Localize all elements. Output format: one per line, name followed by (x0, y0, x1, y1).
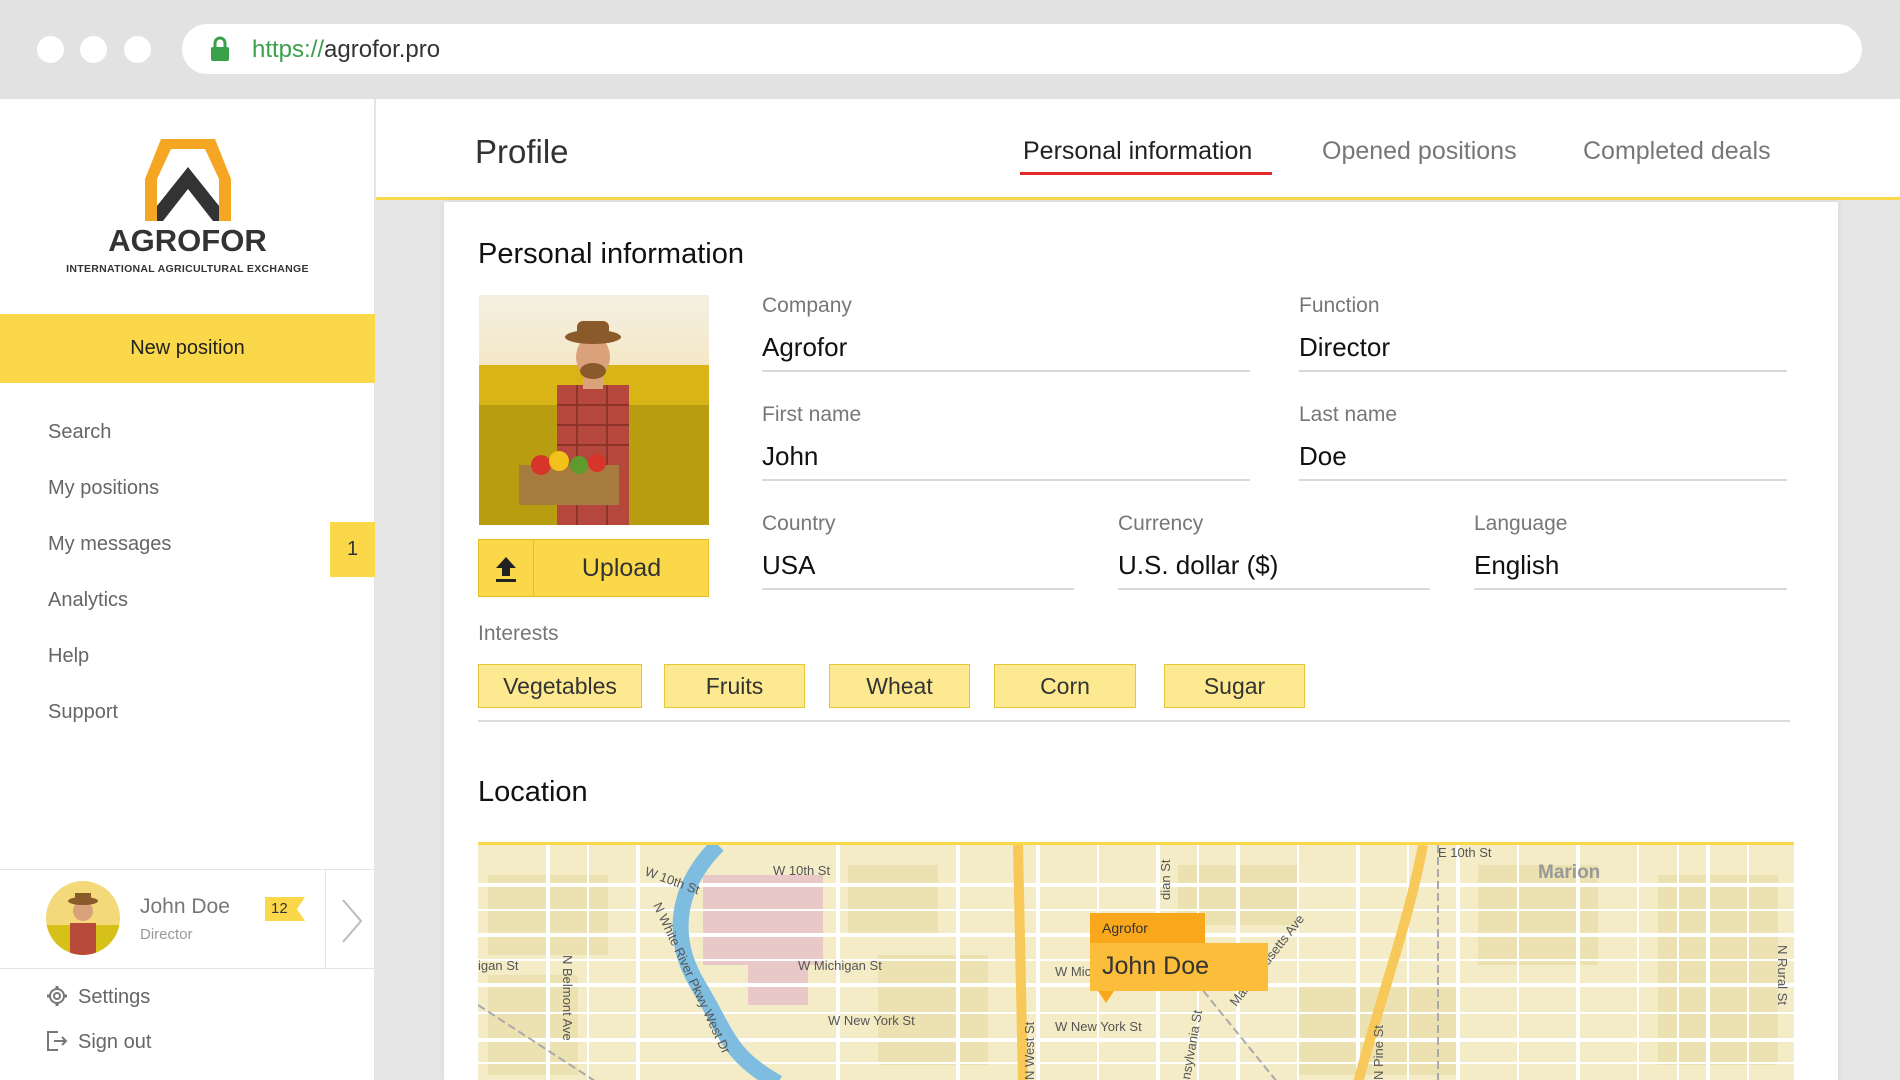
messages-count-badge: 1 (330, 522, 375, 577)
location-heading: Location (478, 776, 588, 808)
upload-icon (479, 540, 534, 596)
sidebar-item-label: Support (48, 701, 119, 723)
first-name-input[interactable]: John (762, 441, 1250, 481)
tab-personal-information[interactable]: Personal information (1023, 137, 1252, 166)
sidebar-item-my-positions[interactable]: My positions (0, 460, 375, 516)
svg-text:W New York St: W New York St (828, 1013, 915, 1028)
country-field[interactable]: Country USA (762, 512, 1074, 590)
sidebar-nav: Search My positions My messages 1 Analyti… (0, 404, 375, 740)
field-label: Language (1474, 512, 1568, 535)
sidebar-item-search[interactable]: Search (0, 404, 375, 460)
currency-field[interactable]: Currency U.S. dollar ($) (1118, 512, 1430, 590)
browser-chrome: https://agrofor.pro (0, 0, 1900, 99)
interest-chip-wheat[interactable]: Wheat (829, 664, 970, 708)
profile-photo (479, 295, 709, 525)
sidebar-item-analytics[interactable]: Analytics (0, 572, 375, 628)
sidebar-item-label: Help (48, 645, 90, 667)
location-map[interactable]: W 10th St W 10th St E 10th St igan St N … (478, 842, 1794, 1080)
upload-label: Upload (581, 554, 662, 582)
sidebar-item-label: Analytics (48, 589, 129, 611)
gear-icon (47, 986, 67, 1006)
divider (325, 870, 326, 970)
sidebar-item-label: My messages (48, 533, 172, 555)
upload-button[interactable]: Upload (478, 539, 709, 597)
sidebar-item-label: My positions (48, 477, 160, 499)
window-maximize-dot[interactable] (124, 36, 151, 63)
map-pin-marker-icon (1098, 991, 1114, 1003)
sidebar: AGROFOR INTERNATIONAL AGRICULTURAL EXCHA… (0, 99, 375, 1080)
sidebar-item-label: Search (48, 421, 112, 443)
country-select[interactable]: USA (762, 550, 1074, 590)
svg-text:N Belmont Ave: N Belmont Ave (560, 955, 575, 1041)
last-name-input[interactable]: Doe (1299, 441, 1787, 481)
function-field[interactable]: Function Director (1299, 294, 1787, 372)
field-label: Company (762, 294, 852, 317)
svg-text:N Pine St: N Pine St (1371, 1025, 1386, 1080)
field-label: Function (1299, 294, 1380, 317)
address-bar[interactable]: https://agrofor.pro (182, 24, 1862, 74)
user-role: Director (140, 926, 193, 943)
field-label: Country (762, 512, 836, 535)
settings-link[interactable]: Settings (46, 985, 150, 1009)
interest-chip-sugar[interactable]: Sugar (1164, 664, 1305, 708)
last-name-field[interactable]: Last name Doe (1299, 403, 1787, 481)
agrofor-logo[interactable]: AGROFOR INTERNATIONAL AGRICULTURAL EXCHA… (50, 129, 325, 279)
svg-text:N West St: N West St (1022, 1021, 1037, 1080)
house-logo-icon (144, 139, 231, 221)
svg-text:N Rural St: N Rural St (1775, 945, 1790, 1005)
svg-text:E 10th St: E 10th St (1438, 845, 1492, 860)
lock-icon (211, 36, 229, 61)
tab-opened-positions[interactable]: Opened positions (1322, 137, 1517, 166)
sidebar-item-my-messages[interactable]: My messages 1 (0, 516, 375, 577)
language-field[interactable]: Language English (1474, 512, 1787, 590)
svg-text:dian St: dian St (1158, 859, 1173, 900)
sign-out-icon (47, 1031, 68, 1051)
chevron-right-icon[interactable] (340, 898, 364, 944)
pin-user-label: John Doe (1090, 943, 1268, 991)
window-minimize-dot[interactable] (80, 36, 107, 63)
sidebar-item-help[interactable]: Help (0, 628, 375, 684)
user-notification-badge: 12 (265, 897, 305, 921)
active-tab-indicator (1020, 172, 1272, 175)
sign-out-link[interactable]: Sign out (46, 1030, 151, 1054)
profile-card: Personal information Upload Company Agro… (444, 202, 1838, 1080)
field-label: Currency (1118, 512, 1204, 535)
section-divider (478, 720, 1790, 722)
interest-chip-fruits[interactable]: Fruits (664, 664, 805, 708)
avatar (46, 881, 120, 955)
new-position-button[interactable]: New position (0, 314, 375, 383)
svg-text:Marion: Marion (1538, 862, 1600, 883)
function-input[interactable]: Director (1299, 332, 1787, 372)
svg-text:igan St: igan St (478, 958, 519, 973)
field-label: Last name (1299, 403, 1398, 426)
pin-company-label: Agrofor (1090, 913, 1205, 943)
svg-text:W Michigan St: W Michigan St (798, 958, 882, 973)
personal-info-heading: Personal information (478, 238, 744, 270)
svg-text:W New York St: W New York St (1055, 1019, 1142, 1034)
page-header: Profile Personal information Opened posi… (376, 99, 1900, 200)
tab-completed-deals[interactable]: Completed deals (1583, 137, 1771, 166)
first-name-field[interactable]: First name John (762, 403, 1250, 481)
interests-label: Interests (478, 622, 559, 645)
user-name: John Doe (140, 895, 230, 918)
sidebar-item-support[interactable]: Support (0, 684, 375, 740)
interest-chip-corn[interactable]: Corn (994, 664, 1136, 708)
interest-chip-vegetables[interactable]: Vegetables (478, 664, 642, 708)
brand-name: AGROFOR (108, 223, 267, 258)
brand-tagline: INTERNATIONAL AGRICULTURAL EXCHANGE (66, 263, 309, 275)
user-profile-card[interactable]: John Doe Director 12 (0, 869, 375, 970)
language-select[interactable]: English (1474, 550, 1787, 590)
window-close-dot[interactable] (37, 36, 64, 63)
currency-select[interactable]: U.S. dollar ($) (1118, 550, 1430, 590)
field-label: First name (762, 403, 862, 426)
company-input[interactable]: Agrofor (762, 332, 1250, 372)
svg-text:W 10th St: W 10th St (773, 863, 830, 878)
page-title: Profile (475, 133, 569, 170)
company-field[interactable]: Company Agrofor (762, 294, 1250, 372)
url-text: https://agrofor.pro (252, 36, 441, 63)
